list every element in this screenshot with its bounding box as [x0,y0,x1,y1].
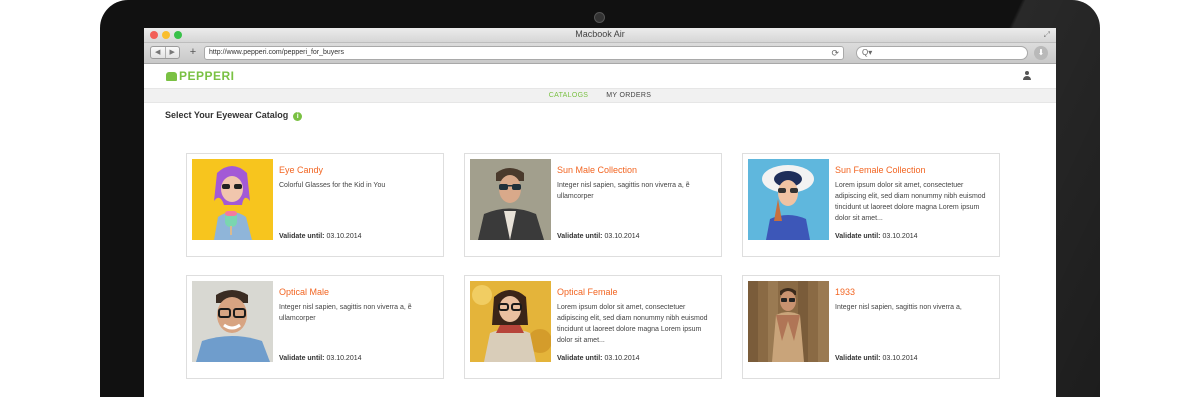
page-title-text: Select Your Eyewear Catalog [165,110,289,120]
validity-date: 03.10.2014 [326,233,362,240]
validity-label: Validate until: [835,355,881,362]
browser-toolbar: ◀ ▶ + http://www.pepperi.com/pepperi_for… [144,43,1056,64]
catalog-validity: Validate until: 03.10.2014 [835,355,918,362]
catalog-image[interactable] [748,281,829,362]
back-button[interactable]: ◀ [151,47,165,58]
catalog-validity: Validate until: 03.10.2014 [835,233,918,240]
catalog-image[interactable] [470,281,551,362]
page-title: Select Your Eyewear Catalog i [165,110,303,121]
catalog-card[interactable]: Eye Candy Colorful Glasses for the Kid i… [186,153,444,257]
downloads-icon[interactable]: ⬇ [1034,46,1048,60]
validity-date: 03.10.2014 [326,355,362,362]
catalog-image[interactable] [192,159,273,240]
catalog-image[interactable] [192,281,273,362]
main-nav: CATALOGS MY ORDERS [144,88,1056,103]
catalog-title[interactable]: Optical Female [557,287,618,297]
nav-my-orders[interactable]: MY ORDERS [606,92,651,99]
window-titlebar: Macbook Air ⤢ [144,28,1056,43]
catalog-validity: Validate until: 03.10.2014 [279,355,362,362]
nav-catalogs[interactable]: CATALOGS [549,92,588,99]
catalog-description: Integer nisl sapien, sagittis non viverr… [557,182,690,200]
catalog-description: Lorem ipsum dolor sit amet, consectetuer… [557,304,708,344]
validity-label: Validate until: [835,233,881,240]
catalog-title[interactable]: 1933 [835,287,855,297]
catalog-description: Integer nisl sapien, sagittis non viverr… [279,304,412,322]
url-text: http://www.pepperi.com/pepperi_for_buyer… [209,49,345,56]
catalog-title[interactable]: Eye Candy [279,165,323,175]
brand-logo[interactable]: PEPPERI [166,69,235,83]
catalog-description: Integer nisl sapien, sagittis non viverr… [835,304,962,311]
catalog-validity: Validate until: 03.10.2014 [557,233,640,240]
search-input[interactable]: Q▾ [856,46,1028,60]
laptop-frame: Macbook Air ⤢ ◀ ▶ + http://www.pepperi.c… [100,0,1100,397]
catalog-title[interactable]: Optical Male [279,287,329,297]
catalog-validity: Validate until: 03.10.2014 [557,355,640,362]
validity-label: Validate until: [279,355,325,362]
catalog-card[interactable]: Sun Female Collection Lorem ipsum dolor … [742,153,1000,257]
catalog-title[interactable]: Sun Female Collection [835,165,926,175]
app-header: PEPPERI [144,64,1056,88]
catalog-image[interactable] [470,159,551,240]
browser-window: Macbook Air ⤢ ◀ ▶ + http://www.pepperi.c… [144,28,1056,397]
validity-date: 03.10.2014 [882,233,918,240]
catalog-card[interactable]: Optical Female Lorem ipsum dolor sit ame… [464,275,722,379]
catalog-image[interactable] [748,159,829,240]
address-bar[interactable]: http://www.pepperi.com/pepperi_for_buyer… [204,46,844,60]
add-tab-button[interactable]: + [186,46,200,59]
info-icon[interactable]: i [293,112,303,121]
catalog-card[interactable]: 1933 Integer nisl sapien, sagittis non v… [742,275,1000,379]
catalog-title[interactable]: Sun Male Collection [557,165,637,175]
catalog-description: Lorem ipsum dolor sit amet, consectetuer… [835,182,986,222]
validity-label: Validate until: [557,233,603,240]
reload-icon[interactable]: ⟳ [831,47,839,59]
validity-date: 03.10.2014 [604,355,640,362]
logo-icon [166,72,177,81]
catalog-card[interactable]: Optical Male Integer nisl sapien, sagitt… [186,275,444,379]
fullscreen-icon[interactable]: ⤢ [1044,30,1050,40]
brand-name: PEPPERI [179,69,235,83]
catalog-card[interactable]: Sun Male Collection Integer nisl sapien,… [464,153,722,257]
forward-button[interactable]: ▶ [164,47,180,58]
window-title: Macbook Air [575,29,625,39]
validity-label: Validate until: [557,355,603,362]
history-buttons: ◀ ▶ [150,46,180,59]
webcam [594,12,605,23]
validity-date: 03.10.2014 [604,233,640,240]
validity-date: 03.10.2014 [882,355,918,362]
validity-label: Validate until: [279,233,325,240]
catalog-validity: Validate until: 03.10.2014 [279,233,362,240]
user-icon[interactable] [1022,71,1032,81]
catalog-description: Colorful Glasses for the Kid in You [279,182,386,189]
